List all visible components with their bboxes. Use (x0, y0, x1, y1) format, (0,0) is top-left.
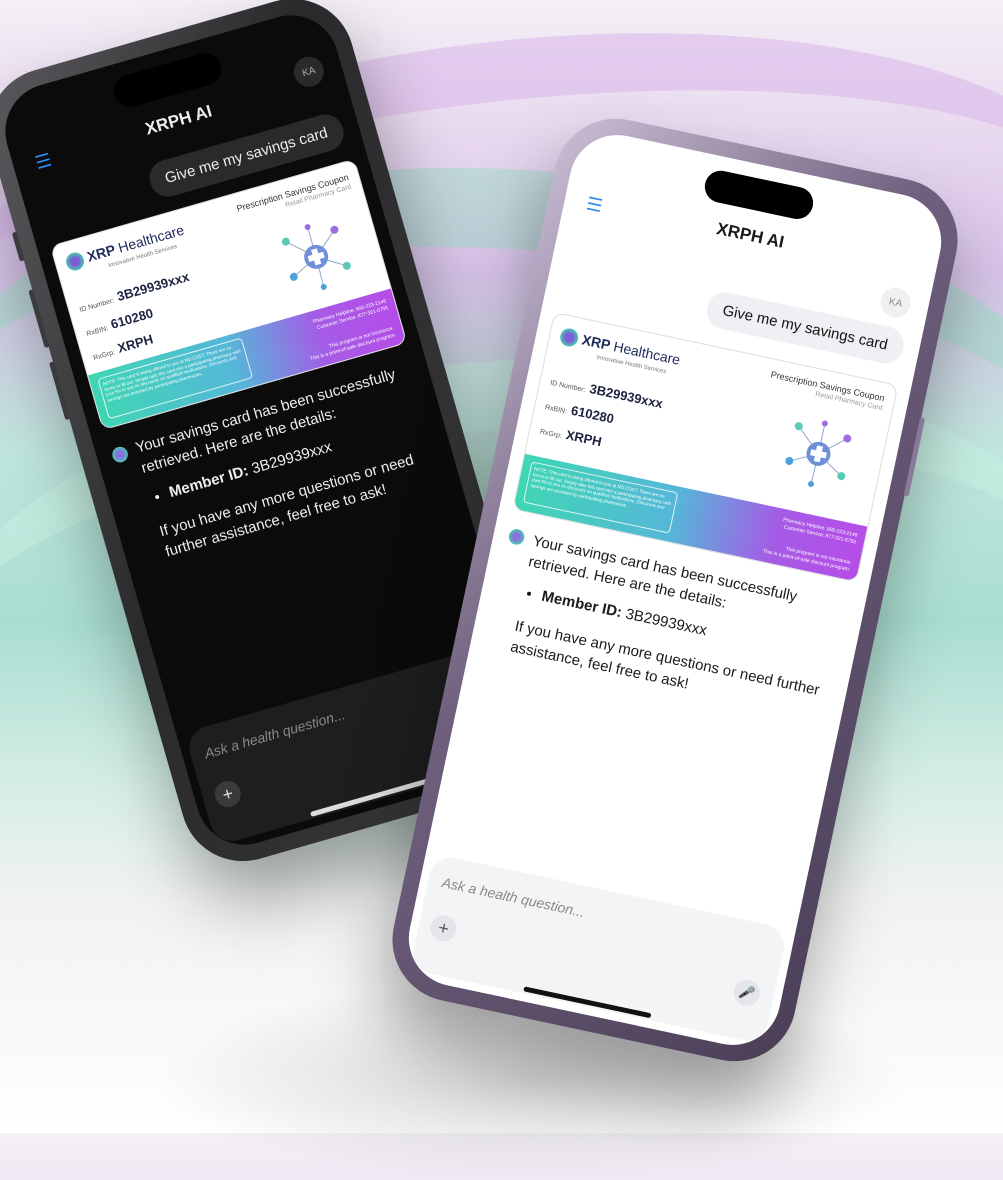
chat-input[interactable]: Ask a health question... (441, 874, 587, 920)
avatar[interactable]: KA (877, 284, 914, 321)
plus-icon[interactable]: + (211, 777, 244, 811)
logo-icon (558, 327, 580, 349)
assistant-icon (108, 443, 132, 466)
assistant-icon (505, 526, 528, 548)
logo-icon (64, 250, 87, 273)
card-fields: ID Number:3B29939xxx RxBIN:610280 RxGrp:… (538, 370, 665, 467)
chat-input[interactable]: Ask a health question... (203, 706, 347, 761)
card-contacts: Pharmacy Helpline: 800-223-2146 Customer … (782, 516, 858, 546)
network-medical-icon (785, 420, 852, 487)
microphone-icon[interactable]: 🎤 (731, 977, 763, 1009)
card-disclaimer: This program is not insurance. This is a … (762, 546, 853, 573)
dynamic-island (701, 167, 817, 222)
plus-icon[interactable]: + (428, 912, 460, 944)
network-medical-icon (281, 224, 351, 290)
